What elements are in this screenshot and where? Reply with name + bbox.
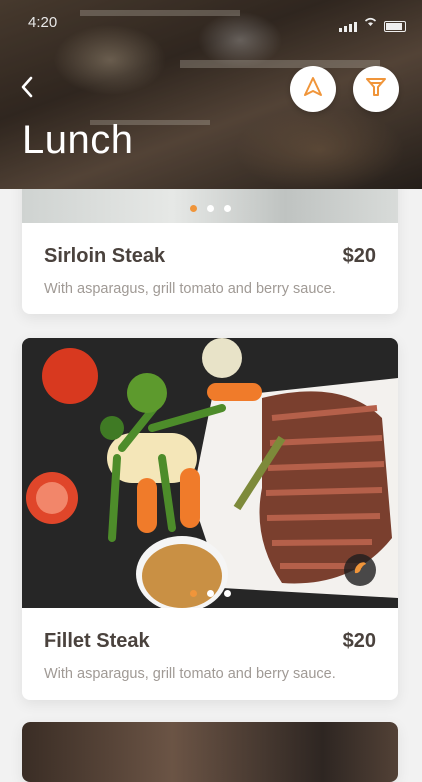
steak-plate-illustration: [22, 338, 398, 608]
card-info: Sirloin Steak $20 With asparagus, grill …: [22, 223, 398, 314]
navigation-arrow-icon: [302, 76, 324, 103]
signal-icon: [339, 22, 357, 32]
dish-badge[interactable]: [344, 554, 376, 586]
item-price: $20: [342, 630, 376, 652]
battery-icon: [384, 21, 406, 32]
pager-dot-1[interactable]: [189, 590, 197, 597]
page-title: Lunch: [22, 118, 134, 162]
card-info: Fillet Steak $20 With asparagus, grill t…: [22, 608, 398, 700]
filter-icon: [365, 76, 387, 103]
image-pager-dots[interactable]: [22, 205, 398, 212]
item-name: Fillet Steak: [44, 630, 150, 652]
navigate-button[interactable]: [290, 66, 336, 112]
status-bar: 4:20: [0, 0, 422, 40]
pager-dot-3[interactable]: [223, 590, 231, 597]
filter-button[interactable]: [353, 66, 399, 112]
header-banner: 4:20 Lunch: [0, 0, 422, 189]
item-name: Sirloin Steak: [44, 245, 166, 267]
chevron-left-icon: [20, 74, 34, 104]
back-button[interactable]: [14, 74, 40, 104]
pager-dot-3[interactable]: [223, 205, 231, 212]
image-pager-dots[interactable]: [22, 590, 398, 597]
item-description: With asparagus, grill tomato and berry s…: [44, 281, 336, 297]
menu-card-next[interactable]: [22, 722, 398, 782]
pager-dot-2[interactable]: [206, 590, 214, 597]
pager-dot-1[interactable]: [189, 205, 197, 212]
status-icons: [339, 14, 406, 32]
menu-card-fillet[interactable]: Fillet Steak $20 With asparagus, grill t…: [22, 338, 398, 700]
item-description: With asparagus, grill tomato and berry s…: [44, 666, 336, 682]
fillet-steak-photo: [22, 338, 398, 608]
wifi-icon: [363, 14, 378, 32]
item-price: $20: [342, 245, 376, 267]
status-time: 4:20: [28, 14, 58, 31]
pager-dot-2[interactable]: [206, 205, 214, 212]
next-dish-photo: [22, 722, 398, 782]
pepper-icon: [351, 559, 369, 582]
background-detail: [180, 60, 380, 68]
